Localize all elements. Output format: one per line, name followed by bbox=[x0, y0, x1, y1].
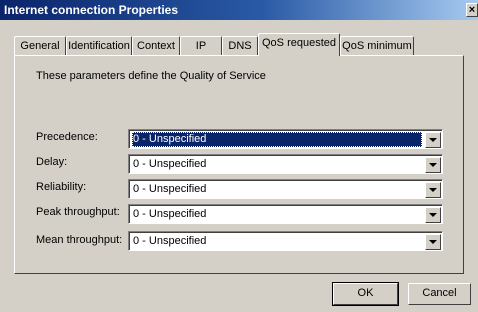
tab-qos-requested[interactable]: QoS requested bbox=[258, 33, 340, 56]
close-icon: × bbox=[468, 4, 476, 16]
tab-identification[interactable]: Identification bbox=[66, 36, 132, 55]
precedence-value: 0 - Unspecified bbox=[132, 132, 422, 147]
title-bar: Internet connection Properties × bbox=[0, 0, 478, 20]
tab-general[interactable]: General bbox=[14, 36, 66, 55]
tab-label: Identification bbox=[68, 40, 130, 52]
delay-value: 0 - Unspecified bbox=[133, 158, 207, 170]
precedence-label: Precedence: bbox=[36, 131, 98, 143]
chevron-down-icon[interactable] bbox=[425, 182, 441, 198]
reliability-dropdown[interactable]: 0 - Unspecified bbox=[128, 179, 443, 199]
tab-dns[interactable]: DNS bbox=[222, 36, 258, 55]
ok-button[interactable]: OK bbox=[332, 282, 399, 306]
close-button[interactable]: × bbox=[466, 3, 478, 17]
peak-throughput-label: Peak throughput: bbox=[36, 206, 120, 218]
tab-context[interactable]: Context bbox=[132, 36, 180, 55]
tab-label: QoS requested bbox=[262, 37, 336, 49]
mean-throughput-value: 0 - Unspecified bbox=[133, 235, 207, 247]
window-title: Internet connection Properties bbox=[4, 3, 179, 17]
tab-label: IP bbox=[195, 40, 207, 52]
tab-ip[interactable]: IP bbox=[180, 36, 222, 55]
tab-label: QoS minimum bbox=[342, 40, 412, 52]
tab-label: General bbox=[20, 40, 60, 52]
tab-label: Context bbox=[137, 40, 175, 52]
mean-throughput-dropdown[interactable]: 0 - Unspecified bbox=[128, 231, 443, 251]
mean-throughput-label: Mean throughput: bbox=[36, 234, 123, 246]
panel-description: These parameters define the Quality of S… bbox=[36, 70, 266, 82]
cancel-button[interactable]: Cancel bbox=[408, 283, 471, 305]
chevron-down-icon[interactable] bbox=[425, 234, 441, 250]
peak-throughput-dropdown[interactable]: 0 - Unspecified bbox=[128, 204, 443, 224]
delay-label: Delay: bbox=[36, 156, 68, 168]
reliability-label: Reliability: bbox=[36, 181, 87, 193]
chevron-down-icon[interactable] bbox=[425, 157, 441, 173]
delay-dropdown[interactable]: 0 - Unspecified bbox=[128, 154, 443, 174]
tab-label: DNS bbox=[228, 40, 252, 52]
tab-qos-minimum[interactable]: QoS minimum bbox=[340, 36, 414, 55]
chevron-down-icon[interactable] bbox=[425, 132, 441, 148]
reliability-value: 0 - Unspecified bbox=[133, 183, 207, 195]
peak-throughput-value: 0 - Unspecified bbox=[133, 208, 207, 220]
chevron-down-icon[interactable] bbox=[425, 207, 441, 223]
precedence-dropdown[interactable]: 0 - Unspecified bbox=[128, 129, 443, 149]
